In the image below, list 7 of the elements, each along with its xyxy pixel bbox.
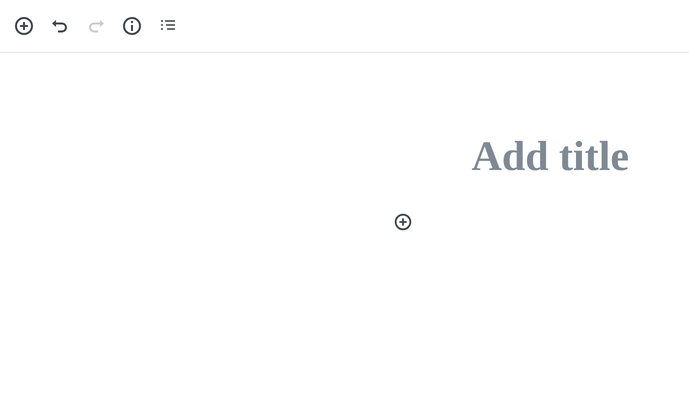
plus-circle-icon [392,211,414,233]
add-block-button[interactable] [12,14,36,38]
info-icon [120,14,144,38]
title-field[interactable]: Add title [429,131,629,183]
plus-circle-icon [12,14,36,38]
add-block-button[interactable] [392,211,414,233]
info-button[interactable] [120,14,144,38]
